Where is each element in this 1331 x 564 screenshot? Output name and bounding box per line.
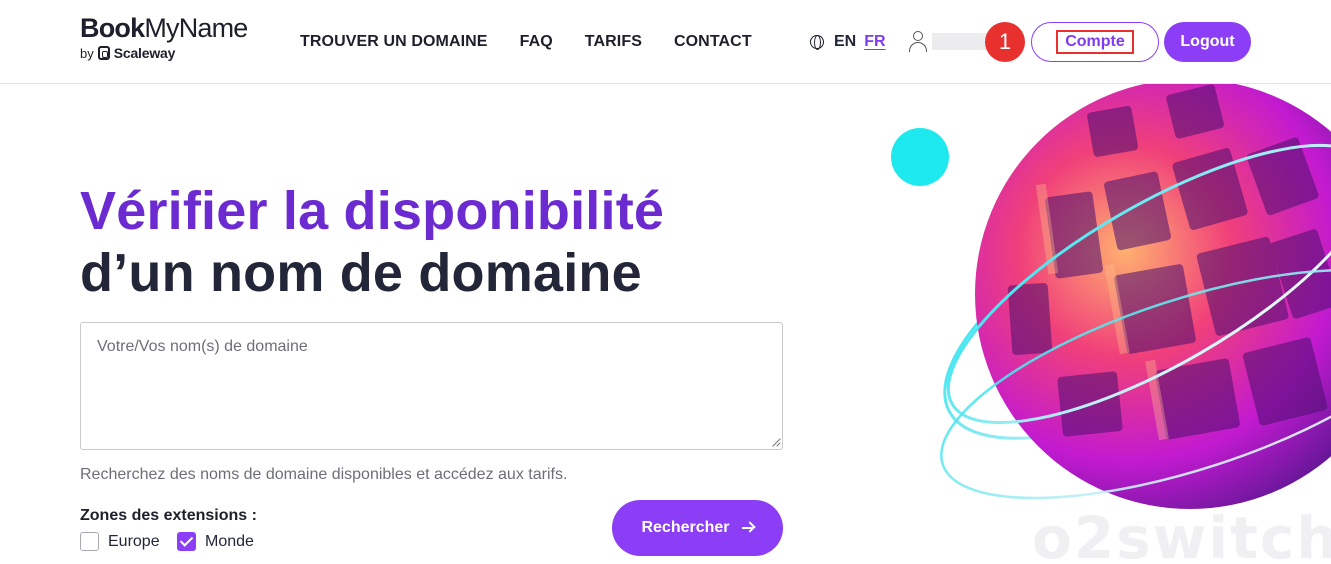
search-button-label: Rechercher [641,519,730,536]
logo[interactable]: BookMyName by Scaleway [80,14,248,61]
logo-brand: Scaleway [113,45,176,61]
main-nav: TROUVER UN DOMAINE FAQ TARIFS CONTACT [300,33,784,51]
logo-wordmark: BookMyName [80,13,248,43]
page-title: Vérifier la disponibilité d’un nom de do… [80,180,664,304]
language-switcher: EN FR [810,33,886,51]
search-button[interactable]: Rechercher [612,500,783,556]
logo-tagline: by Scaleway [80,45,248,61]
globe-illustration-icon [891,84,1331,509]
zone-europe-label: Europe [108,532,160,550]
search-helper-text: Recherchez des noms de domaine disponibl… [80,466,568,483]
zones-label: Zones des extensions : [80,507,257,524]
title-line-2: d’un nom de domaine [80,243,642,303]
compte-button[interactable]: Compte [1031,22,1159,62]
checkbox-checked-icon[interactable] [177,532,196,551]
zone-monde-label: Monde [205,532,254,550]
annotation-badge: 1 [985,22,1025,62]
arrow-right-icon [741,522,754,534]
lang-en[interactable]: EN [834,33,856,51]
username-redacted [932,33,988,50]
lang-fr[interactable]: FR [864,33,885,51]
domain-search-input[interactable] [80,322,783,450]
logo-by: by [80,45,94,61]
hero-illustration [860,84,1331,564]
user-icon[interactable] [908,30,928,54]
zone-monde-checkbox[interactable]: Monde [177,532,254,551]
site-header: BookMyName by Scaleway TROUVER UN DOMAIN… [0,0,1331,84]
nav-faq[interactable]: FAQ [520,33,553,51]
compte-label: Compte [1056,30,1134,54]
watermark: o2switch [1032,504,1331,564]
title-line-1: Vérifier la disponibilité [80,181,665,241]
nav-contact[interactable]: CONTACT [674,33,752,51]
scaleway-icon [97,46,110,60]
nav-tarifs[interactable]: TARIFS [585,33,642,51]
checkbox-unchecked-icon[interactable] [80,532,99,551]
zone-europe-checkbox[interactable]: Europe [80,532,160,551]
logout-button[interactable]: Logout [1164,22,1251,62]
globe-icon [810,35,824,50]
nav-trouver-un-domaine[interactable]: TROUVER UN DOMAINE [300,33,488,51]
resize-handle-icon[interactable] [771,437,781,447]
